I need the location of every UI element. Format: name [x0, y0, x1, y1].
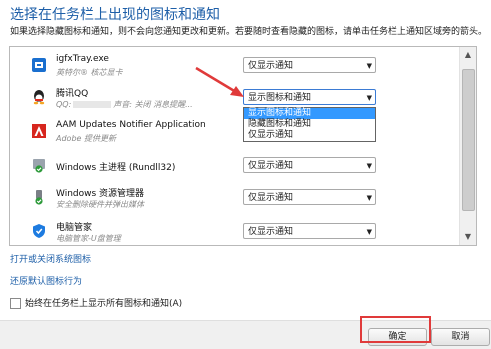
qq-icon [33, 90, 45, 105]
scroll-down-icon[interactable]: ▼ [460, 229, 476, 245]
behavior-select[interactable]: 仅显示通知 ▼ [243, 189, 376, 205]
list-item: Windows 主进程 (Rundll32) 仅显示通知 ▼ [10, 151, 458, 183]
item-name: igfxTray.exe [56, 54, 109, 64]
behavior-select[interactable]: 仅显示通知 ▼ [243, 157, 376, 173]
notification-icon-list: igfxTray.exe 英特尔® 核芯显卡 仅显示通知 ▼ 腾讯QQ QQ: 声… [9, 46, 477, 246]
behavior-select[interactable]: 显示图标和通知 ▼ [243, 89, 376, 105]
dropdown-option[interactable]: 隐藏图标和通知 [244, 119, 375, 130]
list-item: AAM Updates Notifier Application Adobe 提… [10, 117, 458, 149]
list-item: 腾讯QQ QQ: 声音: 关闭 消息提醒... 显示图标和通知 ▼ [10, 83, 458, 115]
checkbox-box[interactable] [10, 298, 21, 309]
behavior-value: 仅显示通知 [248, 227, 294, 237]
scroll-up-icon[interactable]: ▲ [460, 47, 476, 63]
item-name: AAM Updates Notifier Application [56, 120, 206, 130]
behavior-value: 仅显示通知 [248, 61, 294, 71]
list-item: 电脑管家 电脑管家-U盘管理 仅显示通知 ▼ [10, 217, 458, 245]
item-name: 腾讯QQ [56, 89, 89, 99]
rundll-shield-icon [33, 159, 45, 173]
chevron-down-icon: ▼ [366, 194, 372, 202]
item-description: 安全删除硬件并弹出媒体 [56, 200, 144, 209]
behavior-select[interactable]: 仅显示通知 ▼ [243, 57, 376, 73]
item-description: QQ: 声音: 关闭 消息提醒... [56, 99, 193, 110]
behavior-value: 显示图标和通知 [248, 93, 312, 103]
chevron-down-icon: ▼ [366, 62, 372, 70]
pc-manager-icon [33, 224, 45, 238]
chevron-down-icon: ▼ [366, 228, 372, 236]
dialog-title: 选择在任务栏上出现的图标和通知 [10, 7, 220, 23]
item-description-prefix: QQ: [56, 100, 72, 109]
cancel-button[interactable]: 取消 [431, 328, 490, 346]
item-description-suffix: 声音: 关闭 消息提醒... [113, 100, 193, 109]
behavior-value: 仅显示通知 [248, 161, 294, 171]
checkbox-label: 始终在任务栏上显示所有图标和通知(A) [25, 299, 183, 309]
toggle-system-icons-link[interactable]: 打开或关闭系统图标 [10, 252, 91, 265]
item-description: 英特尔® 核芯显卡 [56, 68, 123, 77]
vertical-scrollbar[interactable]: ▲ ▼ [459, 47, 476, 245]
item-description: 电脑管家-U盘管理 [56, 234, 121, 243]
redacted-blur [73, 101, 112, 108]
chevron-down-icon: ▼ [366, 162, 372, 170]
dropdown-option[interactable]: 显示图标和通知 [244, 108, 375, 119]
item-name: Windows 主进程 (Rundll32) [56, 163, 176, 173]
item-name: Windows 资源管理器 [56, 189, 145, 199]
adobe-icon [32, 124, 46, 138]
item-name: 电脑管家 [56, 223, 93, 233]
scrollbar-thumb[interactable] [462, 69, 475, 211]
dropdown-option[interactable]: 仅显示通知 [244, 130, 375, 141]
restore-defaults-link[interactable]: 还原默认图标行为 [10, 274, 82, 287]
intel-icon [32, 58, 46, 72]
list-item: igfxTray.exe 英特尔® 核芯显卡 仅显示通知 ▼ [10, 51, 458, 83]
behavior-value: 仅显示通知 [248, 193, 294, 203]
annotation-highlight-box [360, 316, 431, 343]
behavior-dropdown-list: 显示图标和通知 隐藏图标和通知 仅显示通知 [243, 107, 376, 142]
dialog-description: 如果选择隐藏图标和通知，则不会向您通知更改和更新。若要随时查看隐藏的图标，请单击… [10, 27, 488, 37]
chevron-down-icon: ▼ [366, 94, 372, 102]
always-show-checkbox[interactable]: 始终在任务栏上显示所有图标和通知(A) [10, 296, 182, 309]
usb-icon [35, 190, 43, 205]
item-description: Adobe 提供更新 [56, 134, 116, 143]
list-item: Windows 资源管理器 安全删除硬件并弹出媒体 仅显示通知 ▼ [10, 183, 458, 215]
behavior-select[interactable]: 仅显示通知 ▼ [243, 223, 376, 239]
